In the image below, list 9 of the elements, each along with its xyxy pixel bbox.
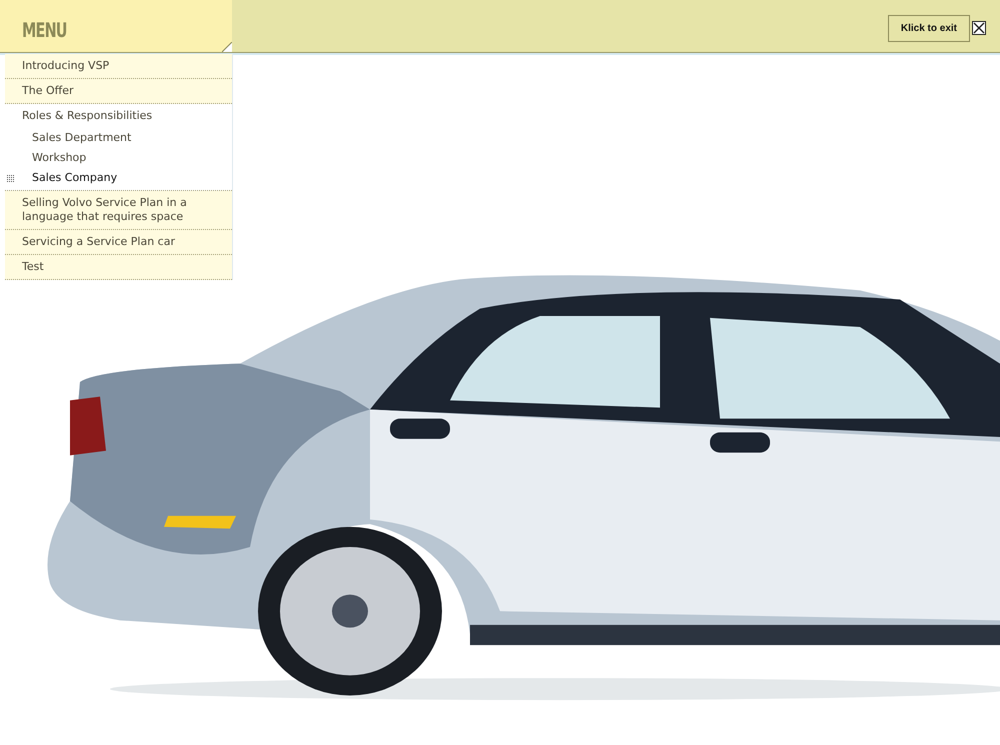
- menu-item[interactable]: Servicing a Service Plan car: [5, 230, 232, 255]
- menu-item[interactable]: The Offer: [5, 79, 232, 104]
- menu-item[interactable]: Selling Volvo Service Plan in a language that requires space: [5, 191, 232, 230]
- menu-item[interactable]: Introducing VSP: [5, 54, 232, 79]
- corner-fold-icon: [222, 42, 232, 52]
- exit-button[interactable]: Klick to exit: [888, 14, 970, 42]
- menu-title: MENU: [22, 18, 67, 42]
- menu-item[interactable]: Test: [5, 255, 232, 280]
- close-icon[interactable]: [972, 21, 986, 35]
